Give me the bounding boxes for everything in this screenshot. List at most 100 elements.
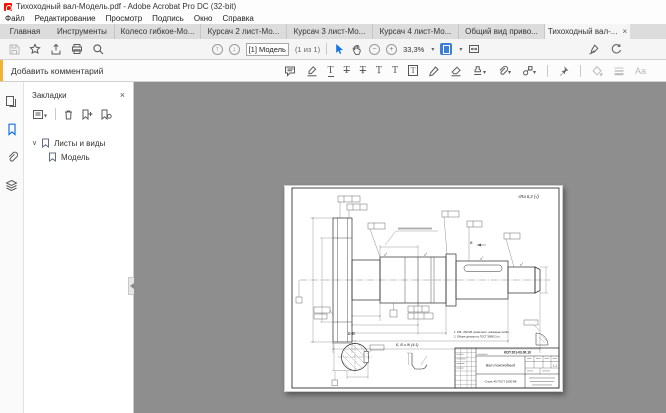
send-for-review-icon[interactable] [610,43,622,55]
tab-doc-5[interactable]: Общий вид приво... [458,24,544,39]
scale-value: 1:1 [553,364,557,368]
highlight-text-icon[interactable] [306,65,318,77]
star-icon[interactable] [29,43,41,55]
keep-tool-pin-icon[interactable] [558,65,570,77]
panel-tools-separator [55,108,56,120]
line-thickness-icon[interactable] [613,65,625,77]
zoom-level-value[interactable]: 33,3% [403,45,424,54]
chevron-down-icon[interactable]: ∨ [32,139,37,147]
add-comment-label: Добавить комментарий [11,66,103,76]
sticky-note-icon[interactable] [284,65,296,77]
close-tab-icon[interactable]: × [622,27,627,36]
zoom-out-icon[interactable]: − [369,44,380,55]
bookmark-item-model[interactable]: Модель [24,150,133,164]
print-icon[interactable] [71,43,83,55]
bookmark-label: Модель [61,153,90,162]
drawing-frame [285,186,563,392]
bookmark-item-sheets[interactable]: ∨ Листы и виды [24,136,133,150]
underline-text-icon[interactable]: T [328,65,334,77]
eraser-icon[interactable] [450,65,462,77]
attachments-panel-icon[interactable] [6,151,18,164]
attach-file-icon[interactable]: ▾ [497,65,512,77]
comment-separator [547,65,548,77]
navigation-rail [0,82,24,413]
text-properties-icon[interactable]: Aa [635,66,646,76]
panel-close-icon[interactable]: × [120,90,125,100]
add-text-comment-icon[interactable]: T [392,65,398,76]
menu-sign[interactable]: Подпись [147,13,189,24]
acrobat-logo-icon [4,3,12,11]
panel-title: Закладки [32,91,67,100]
page-thumbnails-icon[interactable] [5,95,18,108]
doc-number: КСЛ 201-03.00.10 [504,350,531,354]
bookmarks-tree: ∨ Листы и виды Модель [24,126,133,164]
fill-color-icon[interactable] [591,65,603,77]
detail-label: Б, В и Ж (4:1) [396,343,418,347]
svg-text:2. Общие допуски по ГОСТ 30893: 2. Общие допуски по ГОСТ 30893.1-m. [454,335,501,339]
dimension-lines [310,217,548,353]
replace-text-icon[interactable]: T^ [360,65,366,76]
insert-text-icon[interactable]: T^ [376,65,382,76]
menu-file[interactable]: Файл [0,13,30,24]
tab-doc-active[interactable]: Тихоходный вал-... × [544,24,630,39]
menu-bar: Файл Редактирование Просмотр Подпись Окн… [0,13,666,24]
menu-window[interactable]: Окно [189,13,218,24]
section-view: Б-Б [332,331,384,386]
search-icon[interactable] [92,43,104,55]
tab-doc-3[interactable]: Курсач 3 лист-Мо... [286,24,372,39]
text-box-icon[interactable]: T [408,65,418,76]
drawing-tools-icon[interactable]: ▾ [522,65,537,77]
stamp-icon[interactable]: ▾ [472,65,487,77]
bookmark-options-icon[interactable]: ▾ [32,109,48,120]
zoom-caret-icon[interactable]: ▾ [431,46,434,53]
page-count-label: (1 из 1) [295,45,320,54]
bookmark-label: Листы и виды [54,139,105,148]
comment-separator-2 [580,65,581,77]
part-name: Вал тихоходный [486,364,515,368]
detail-view: Б, В и Ж (4:1) [396,343,427,369]
comment-toolbar: Добавить комментарий T T T^ T^ T T ▾ ▾ ▾ [0,60,666,82]
bookmark-icon [48,152,57,162]
fit-page-icon[interactable] [440,43,452,55]
tab-doc-2[interactable]: Курсач 2 лист-Мо... [200,24,286,39]
new-bookmark-icon[interactable] [81,109,93,120]
view-arrow-label: В [470,241,473,245]
tolerance-frames [296,196,523,319]
technical-drawing: √Ra 6,3 (√) [284,185,563,392]
menu-help[interactable]: Справка [217,13,258,24]
tab-doc-4[interactable]: Курсач 4 лист-Мо... [372,24,458,39]
hand-tool-icon[interactable] [351,43,363,55]
locate-bookmark-icon[interactable] [100,109,112,120]
bookmark-icon [41,138,50,148]
bookmarks-panel-icon[interactable] [6,123,18,136]
strikethrough-text-icon[interactable]: T [344,65,350,76]
share-icon[interactable] [50,43,62,55]
tab-home[interactable]: Главная [0,24,50,39]
select-tool-icon[interactable] [333,43,345,55]
tab-tools[interactable]: Инструменты [50,24,114,39]
bookmarks-panel: Закладки × ▾ ∨ Листы и [24,82,134,413]
previous-page-icon[interactable]: ↑ [212,44,223,55]
menu-view[interactable]: Просмотр [101,13,148,24]
fit-page-caret-icon[interactable]: ▾ [459,46,462,53]
comment-accent-bar [0,60,3,81]
draw-pencil-icon[interactable] [428,65,440,77]
material: Сталь 45 ГОСТ 1050-88 [485,380,517,384]
menu-edit[interactable]: Редактирование [30,13,101,24]
fit-width-icon[interactable] [468,43,480,55]
save-icon[interactable] [8,43,20,55]
tab-bar: Главная Инструменты Колесо гибкое-Мо... … [0,24,666,39]
page-number-field[interactable]: [1] Модель [246,43,289,56]
document-area[interactable]: √Ra 6,3 (√) [134,82,666,413]
zoom-in-icon[interactable]: + [386,44,397,55]
fill-sign-icon[interactable] [588,43,600,55]
svg-text:▾: ▾ [533,70,536,76]
next-page-icon[interactable]: ↓ [229,44,240,55]
pdf-page[interactable]: √Ra 6,3 (√) [284,185,563,392]
delete-bookmark-icon[interactable] [63,109,74,120]
svg-text:▾: ▾ [44,113,47,119]
layers-panel-icon[interactable] [5,179,18,192]
title-block: КСЛ 201-03.00.10 Вал тихоходный Сталь 45… [455,348,559,388]
tab-doc-1[interactable]: Колесо гибкое-Мо... [114,24,200,39]
svg-text:▾: ▾ [483,70,486,76]
